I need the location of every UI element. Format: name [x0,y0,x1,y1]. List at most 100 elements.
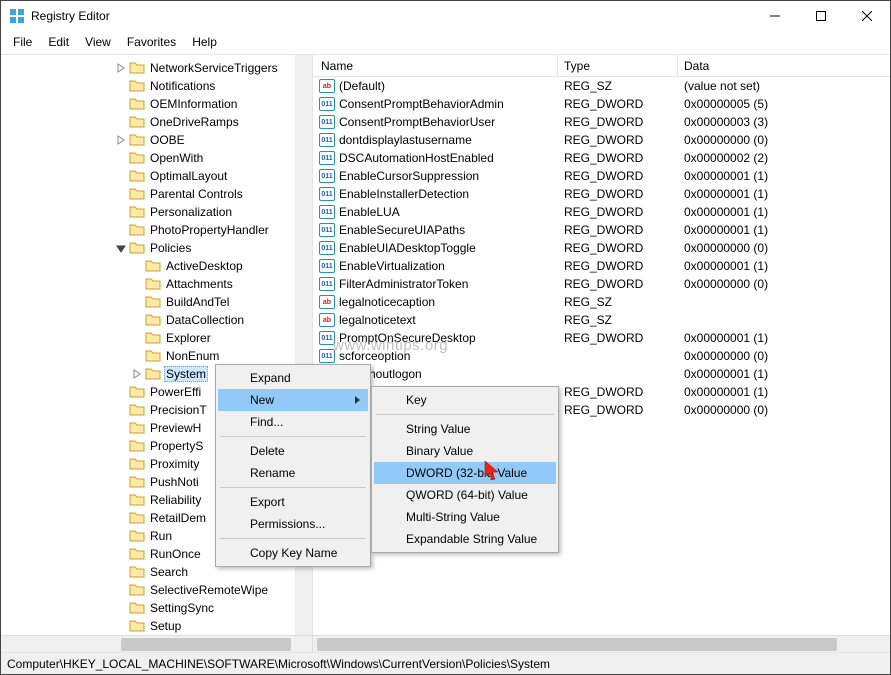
list-row[interactable]: 011wnwithoutlogon0x00000001 (1) [313,365,890,383]
value-name: legalnoticecaption [339,295,435,309]
menu-file[interactable]: File [7,33,38,51]
ctx-export[interactable]: Export [218,491,368,513]
ctx2-expstring[interactable]: Expandable String Value [374,528,556,550]
tree-item[interactable]: NetworkServiceTriggers [1,59,312,77]
menu-favorites[interactable]: Favorites [121,33,182,51]
close-button[interactable] [844,1,890,31]
folder-icon [129,564,145,580]
list-row[interactable]: 011dontdisplaylastusernameREG_DWORD0x000… [313,131,890,149]
ctx-new[interactable]: New [218,389,368,411]
value-type: REG_DWORD [558,331,678,345]
list-row[interactable]: ab(Default)REG_SZ(value not set) [313,77,890,95]
tree-item[interactable]: Notifications [1,77,312,95]
expander-icon[interactable] [129,366,145,382]
value-name: legalnoticetext [339,313,416,327]
tree-item[interactable]: PhotoPropertyHandler [1,221,312,239]
menu-edit[interactable]: Edit [42,33,75,51]
folder-icon [129,384,145,400]
ctx2-multistring[interactable]: Multi-String Value [374,506,556,528]
minimize-button[interactable] [752,1,798,31]
list-row[interactable]: 011DSCAutomationHostEnabledREG_DWORD0x00… [313,149,890,167]
spacer [113,546,129,562]
expander-icon[interactable] [113,60,129,76]
ctx2-dword[interactable]: DWORD (32-bit) Value [374,462,556,484]
list-row[interactable]: ablegalnoticetextREG_SZ [313,311,890,329]
list-row[interactable]: 011EnableCursorSuppressionREG_DWORD0x000… [313,167,890,185]
list-row[interactable]: 011ConsentPromptBehaviorUserREG_DWORD0x0… [313,113,890,131]
list-row[interactable]: 011EnableUIADesktopToggleREG_DWORD0x0000… [313,239,890,257]
col-type[interactable]: Type [558,55,678,76]
maximize-button[interactable] [798,1,844,31]
folder-icon [129,474,145,490]
list-row[interactable]: 011scforceoption0x00000000 (0) [313,347,890,365]
folder-icon [129,456,145,472]
ctx2-qword[interactable]: QWORD (64-bit) Value [374,484,556,506]
horizontal-scrollbars[interactable] [1,635,890,652]
string-value-icon: ab [319,79,335,93]
ctx-permissions[interactable]: Permissions... [218,513,368,535]
tree-item[interactable]: OptimalLayout [1,167,312,185]
value-data: 0x00000000 (0) [678,277,890,291]
tree-item[interactable]: Attachments [1,275,312,293]
tree-item[interactable]: Setup [1,617,312,635]
ctx2-binary[interactable]: Binary Value [374,440,556,462]
tree-item[interactable]: Personalization [1,203,312,221]
tree-item-label: OOBE [148,133,187,147]
menu-help[interactable]: Help [186,33,223,51]
list-row[interactable]: 011EnableInstallerDetectionREG_DWORD0x00… [313,185,890,203]
tree-item[interactable]: OneDriveRamps [1,113,312,131]
ctx-copy-key[interactable]: Copy Key Name [218,542,368,564]
dword-value-icon: 011 [319,97,335,111]
context-menu-key[interactable]: Expand New Find... Delete Rename Export … [215,364,371,567]
expander-icon[interactable] [113,240,129,256]
col-data[interactable]: Data [678,55,890,76]
list-row[interactable]: 011EnableVirtualizationREG_DWORD0x000000… [313,257,890,275]
tree-item[interactable]: Parental Controls [1,185,312,203]
value-data: 0x00000001 (1) [678,223,890,237]
value-name: EnableUIADesktopToggle [339,241,476,255]
ctx2-string[interactable]: String Value [374,418,556,440]
ctx-rename[interactable]: Rename [218,462,368,484]
col-name[interactable]: Name [313,55,558,76]
ctx2-key[interactable]: Key [374,389,556,411]
value-type: REG_SZ [558,79,678,93]
spacer [113,438,129,454]
expander-icon[interactable] [113,132,129,148]
dword-value-icon: 011 [319,349,335,363]
tree-item-label: PowerEffi [148,385,203,399]
folder-icon [145,258,161,274]
menu-view[interactable]: View [79,33,117,51]
tree-item[interactable]: Explorer [1,329,312,347]
context-menu-new[interactable]: Key String Value Binary Value DWORD (32-… [371,386,559,553]
tree-item[interactable]: OOBE [1,131,312,149]
tree-item[interactable]: SelectiveRemoteWipe [1,581,312,599]
list-row[interactable]: ablegalnoticecaptionREG_SZ [313,293,890,311]
list-header[interactable]: Name Type Data [313,55,890,77]
folder-icon [129,204,145,220]
list-row[interactable]: 011FilterAdministratorTokenREG_DWORD0x00… [313,275,890,293]
ctx-delete[interactable]: Delete [218,440,368,462]
list-row[interactable]: 011EnableSecureUIAPathsREG_DWORD0x000000… [313,221,890,239]
folder-icon [129,240,145,256]
tree-item[interactable]: SettingSync [1,599,312,617]
tree-item[interactable]: Policies [1,239,312,257]
value-name: EnableInstallerDetection [339,187,469,201]
spacer [113,114,129,130]
folder-icon [145,348,161,364]
list-row[interactable]: 011PromptOnSecureDesktopREG_DWORD0x00000… [313,329,890,347]
tree-item-label: SelectiveRemoteWipe [148,583,270,597]
tree-item[interactable]: BuildAndTel [1,293,312,311]
tree-item[interactable]: DataCollection [1,311,312,329]
spacer [113,168,129,184]
tree-item[interactable]: NonEnum [1,347,312,365]
list-row[interactable]: 011EnableLUAREG_DWORD0x00000001 (1) [313,203,890,221]
spacer [113,456,129,472]
tree-item[interactable]: OpenWith [1,149,312,167]
ctx-find[interactable]: Find... [218,411,368,433]
value-type: REG_DWORD [558,385,678,399]
ctx-expand[interactable]: Expand [218,367,368,389]
tree-item[interactable]: ActiveDesktop [1,257,312,275]
tree-item[interactable]: OEMInformation [1,95,312,113]
dword-value-icon: 011 [319,259,335,273]
list-row[interactable]: 011ConsentPromptBehaviorAdminREG_DWORD0x… [313,95,890,113]
